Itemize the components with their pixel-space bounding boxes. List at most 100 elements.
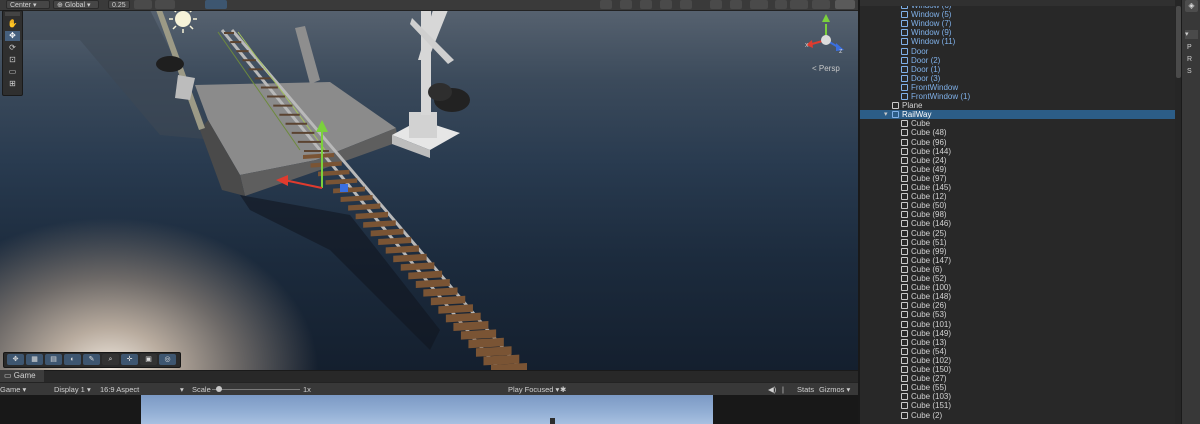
hierarchy-row[interactable]: Door xyxy=(860,47,1175,56)
scene-camera-icon[interactable] xyxy=(205,0,227,9)
scale-slider-knob[interactable] xyxy=(216,386,223,392)
hierarchy-row[interactable]: Cube (52) xyxy=(860,274,1175,283)
hierarchy-row[interactable]: Window (9) xyxy=(860,28,1175,37)
expand-arrow-icon[interactable]: ▾ xyxy=(884,110,888,119)
rotate-tool-icon[interactable]: ⟳ xyxy=(5,43,20,53)
hierarchy-row[interactable]: Cube (25) xyxy=(860,229,1175,238)
hierarchy-row[interactable]: Door (3) xyxy=(860,74,1175,83)
tab-game[interactable]: ▭ Game xyxy=(0,370,44,382)
hierarchy-row[interactable]: Cube (53) xyxy=(860,310,1175,319)
navigation-icon[interactable]: ◎ xyxy=(159,354,176,365)
orbit-icon[interactable]: ◐ xyxy=(64,354,81,365)
hierarchy-row-label: Cube (48) xyxy=(911,128,947,138)
hierarchy-row[interactable]: Cube (151) xyxy=(860,401,1175,410)
audio-toggle-icon[interactable] xyxy=(660,0,672,9)
hierarchy-row[interactable]: Cube (48) xyxy=(860,128,1175,137)
hierarchy-row[interactable]: Cube (144) xyxy=(860,147,1175,156)
scene-overlay-menu-icon[interactable] xyxy=(835,0,855,9)
gizmo-z-handle xyxy=(340,184,348,192)
hierarchy-row[interactable]: Cube xyxy=(860,119,1175,128)
hierarchy-row[interactable]: Cube (103) xyxy=(860,392,1175,401)
hierarchy-row[interactable]: Cube (49) xyxy=(860,165,1175,174)
gameobject-cube-icon xyxy=(901,402,908,410)
hierarchy-row[interactable]: Cube (13) xyxy=(860,338,1175,347)
paint-icon[interactable]: ✎ xyxy=(83,354,100,365)
grid-icon[interactable]: ▦ xyxy=(26,354,43,365)
hierarchy-row[interactable]: Cube (27) xyxy=(860,374,1175,383)
palette-grip[interactable] xyxy=(5,12,20,16)
camera-preview-icon[interactable]: ▣ xyxy=(140,354,157,365)
hierarchy-row[interactable]: Cube (102) xyxy=(860,356,1175,365)
hand-tool-icon[interactable]: ✋ xyxy=(5,19,20,29)
hierarchy-row[interactable]: Cube (6) xyxy=(860,265,1175,274)
rail-tie xyxy=(385,245,419,254)
gameobject-cube-icon xyxy=(901,147,908,155)
snap-move-icon[interactable]: ✥ xyxy=(7,354,24,365)
hierarchy-row[interactable]: Cube (26) xyxy=(860,301,1175,310)
rect-tool-icon[interactable]: ▭ xyxy=(5,67,20,77)
hierarchy-row[interactable]: Cube (150) xyxy=(860,365,1175,374)
hierarchy-row[interactable]: ▾ RailWay xyxy=(860,110,1175,120)
effects-toggle-icon[interactable] xyxy=(680,0,692,9)
scale-tool-icon[interactable]: ⊡ xyxy=(5,55,20,65)
hierarchy-row[interactable]: Cube (98) xyxy=(860,210,1175,219)
scene-view[interactable]: z x Center ▾ ⊕ Global ▾ 0.25 ✋ ✥ ⟳ ⊡ ▭ ⊞… xyxy=(0,0,858,370)
transform-tool-icon[interactable]: ⊞ xyxy=(5,79,20,89)
lighting-toggle-icon[interactable] xyxy=(640,0,652,9)
hierarchy-row[interactable]: Cube (101) xyxy=(860,320,1175,329)
hierarchy-row[interactable]: Window (5) xyxy=(860,10,1175,19)
component-tools-icon[interactable] xyxy=(750,0,768,9)
hierarchy-row[interactable]: Cube (147) xyxy=(860,256,1175,265)
hierarchy-row[interactable]: Cube (96) xyxy=(860,138,1175,147)
hierarchy-row[interactable]: Door (2) xyxy=(860,56,1175,65)
hierarchy-row[interactable]: Cube (148) xyxy=(860,292,1175,301)
hierarchy-row[interactable]: Window (7) xyxy=(860,19,1175,28)
gizmos-toggle-icon[interactable] xyxy=(812,0,830,9)
camera-settings-icon[interactable] xyxy=(790,0,808,9)
surface-snap-icon[interactable]: ▤ xyxy=(45,354,62,365)
hierarchy-row[interactable]: Cube (24) xyxy=(860,156,1175,165)
draw-mode-icon[interactable] xyxy=(600,0,612,9)
snap-increment-icon[interactable] xyxy=(134,0,152,9)
pan-icon[interactable]: ✛ xyxy=(121,354,138,365)
space-dropdown[interactable]: ⊕ Global ▾ xyxy=(53,0,99,9)
hierarchy-row-label: Cube (6) xyxy=(911,264,943,274)
hierarchy-row[interactable]: Cube (54) xyxy=(860,347,1175,356)
hierarchy-row[interactable]: Cube (149) xyxy=(860,329,1175,338)
rail-tie xyxy=(438,304,473,314)
2d-toggle-icon[interactable] xyxy=(620,0,632,9)
hierarchy-row[interactable]: FrontWindow (1) xyxy=(860,92,1175,101)
hierarchy-row[interactable]: Cube (100) xyxy=(860,283,1175,292)
hierarchy-row-label: Cube (148) xyxy=(911,292,952,302)
move-tool-icon[interactable]: ✥ xyxy=(5,31,20,41)
hierarchy-row[interactable]: Plane xyxy=(860,101,1175,110)
hierarchy-row[interactable]: Cube (145) xyxy=(860,183,1175,192)
hierarchy-row[interactable]: Door (1) xyxy=(860,65,1175,74)
inspector-foldout-icon[interactable]: ▾ xyxy=(1185,30,1198,39)
zoom-icon[interactable]: ⌕ xyxy=(102,354,119,365)
hierarchy-row[interactable]: Cube (55) xyxy=(860,383,1175,392)
hierarchy-row[interactable]: Cube (12) xyxy=(860,192,1175,201)
game-render-frame[interactable] xyxy=(141,395,713,424)
hierarchy-row[interactable]: Cube (2) xyxy=(860,411,1175,420)
inspector-object-icon[interactable]: ◈ xyxy=(1185,0,1198,12)
pivot-dropdown[interactable]: Center ▾ xyxy=(6,0,50,9)
rail-tie xyxy=(260,86,278,89)
visibility-icon[interactable] xyxy=(775,0,787,9)
hierarchy-row[interactable]: FrontWindow xyxy=(860,83,1175,92)
hierarchy-row-label: Cube (103) xyxy=(911,392,952,402)
rail-tie xyxy=(273,104,293,107)
camera-projection-label[interactable]: < Persp xyxy=(812,64,840,73)
hierarchy-row[interactable]: Cube (51) xyxy=(860,238,1175,247)
hierarchy-row[interactable]: Cube (97) xyxy=(860,174,1175,183)
tools-icon[interactable] xyxy=(730,0,742,9)
hierarchy-row[interactable]: Cube (50) xyxy=(860,201,1175,210)
hierarchy-row[interactable]: Window (11) xyxy=(860,37,1175,46)
snap-value-field[interactable]: 0.25 xyxy=(108,0,130,9)
hidden-objects-icon[interactable] xyxy=(710,0,722,9)
rail-tie xyxy=(453,321,489,331)
hierarchy-search-bar[interactable] xyxy=(860,0,1175,6)
hierarchy-row[interactable]: Cube (146) xyxy=(860,219,1175,228)
grid-snapping-icon[interactable] xyxy=(155,0,175,9)
hierarchy-row[interactable]: Cube (99) xyxy=(860,247,1175,256)
